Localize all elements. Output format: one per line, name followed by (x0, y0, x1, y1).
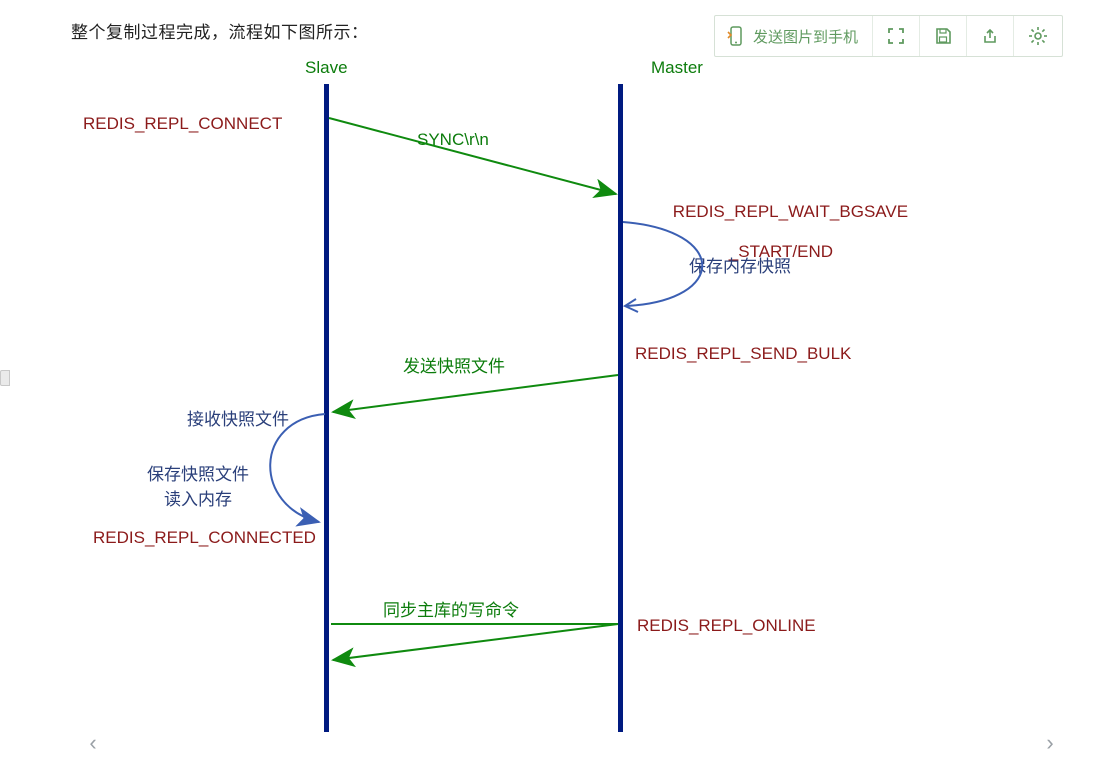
sequence-diagram: Slave Master REDIS_REPL_CONNECT REDIS_RE… (27, 0, 1089, 774)
state-redis-repl-send-bulk: REDIS_REPL_SEND_BULK (635, 344, 851, 364)
note-save-snapshot: 保存快照文件 读入内存 (147, 460, 249, 510)
state-redis-repl-connected: REDIS_REPL_CONNECTED (93, 528, 316, 548)
slave-lifeline-label: Slave (305, 58, 348, 78)
master-lifeline-label: Master (651, 58, 703, 78)
scroll-right-button[interactable]: › (1039, 732, 1061, 754)
state-redis-repl-connect: REDIS_REPL_CONNECT (83, 114, 282, 134)
slave-lifeline (324, 84, 329, 732)
left-gutter (0, 0, 28, 380)
left-collapse-handle[interactable] (0, 370, 10, 386)
note-save-snapshot-line1: 保存快照文件 (147, 465, 249, 484)
state-wait-bgsave-line1: REDIS_REPL_WAIT_BGSAVE (673, 202, 908, 221)
note-save-snapshot-line2: 读入内存 (164, 490, 232, 509)
msg-sync-write-cmds: 同步主库的写命令 (383, 596, 519, 621)
chevron-left-icon: ‹ (89, 730, 96, 756)
state-redis-repl-online: REDIS_REPL_ONLINE (637, 616, 816, 636)
horizontal-scrollbar[interactable]: ‹ › (82, 732, 1061, 756)
msg-send-snapshot: 发送快照文件 (403, 352, 505, 377)
page-root: 整个复制过程完成，流程如下图所示： 发送图片到手机 (0, 0, 1116, 774)
master-lifeline (618, 84, 623, 732)
scroll-left-button[interactable]: ‹ (82, 732, 104, 754)
note-recv-snapshot: 接收快照文件 (187, 405, 289, 430)
note-save-mem-snapshot: 保存内存快照 (689, 252, 791, 277)
content-area: 整个复制过程完成，流程如下图所示： 发送图片到手机 (27, 0, 1089, 774)
chevron-right-icon: › (1046, 730, 1053, 756)
msg-sync: SYNC\r\n (417, 130, 489, 150)
